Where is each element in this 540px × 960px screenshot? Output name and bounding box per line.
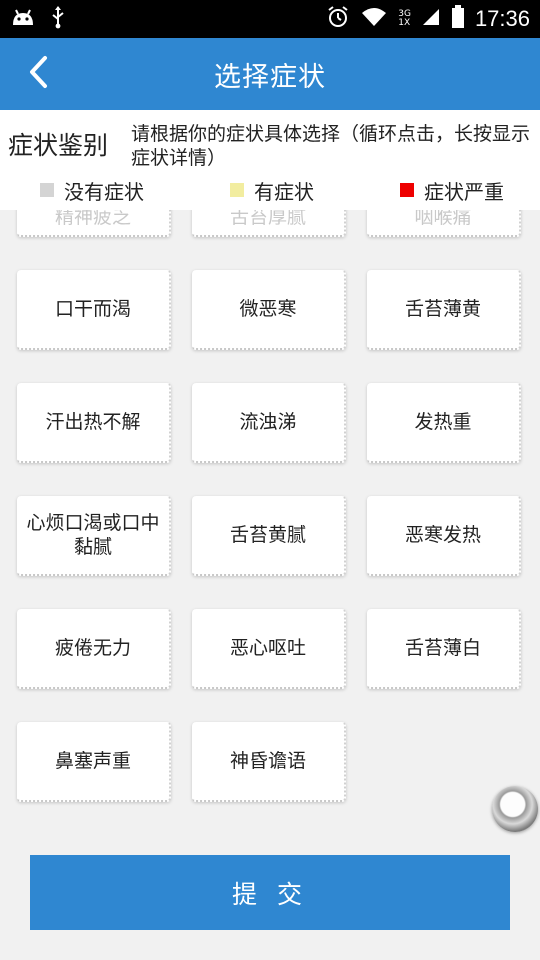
symptom-card[interactable]: 舌苔薄白	[367, 609, 521, 689]
info-title: 症状鉴别	[8, 131, 109, 160]
symptom-card[interactable]: 微恶寒	[192, 270, 346, 350]
floating-assistive-button[interactable]	[492, 786, 538, 832]
back-button[interactable]	[16, 52, 60, 96]
symptom-grid-scroll[interactable]: 精神疲乏 舌苔厚腻 咽喉痛 口干而渴 微恶寒 舌苔薄黄 汗出热不解 流浊涕 发热…	[0, 210, 540, 830]
android-icon	[10, 7, 36, 31]
legend-label: 有症状	[254, 179, 314, 204]
alarm-icon	[326, 5, 350, 33]
info-description: 请根据你的症状具体选择（循环点击，长按显示症状详情）	[131, 123, 531, 169]
symptom-card[interactable]: 舌苔黄腻	[192, 496, 346, 576]
symptom-card[interactable]: 恶心呕吐	[192, 609, 346, 689]
symptom-grid: 精神疲乏 舌苔厚腻 咽喉痛 口干而渴 微恶寒 舌苔薄黄 汗出热不解 流浊涕 发热…	[17, 210, 521, 802]
symptom-card[interactable]: 发热重	[367, 383, 521, 463]
symptom-card[interactable]: 流浊涕	[192, 383, 346, 463]
legend-label: 症状严重	[424, 179, 504, 204]
page-title: 选择症状	[214, 61, 326, 93]
signal-icon	[421, 7, 441, 31]
legend-label: 没有症状	[64, 179, 144, 204]
status-bar: 3G 1X 17:36	[0, 0, 540, 38]
symptom-card[interactable]: 恶寒发热	[367, 496, 521, 576]
symptom-card[interactable]: 神昏谵语	[192, 722, 346, 802]
symptom-card[interactable]: 鼻塞声重	[17, 722, 171, 802]
wifi-icon	[360, 6, 388, 32]
legend-swatch	[230, 183, 244, 197]
network-type: 3G 1X	[398, 9, 411, 28]
symptom-card[interactable]: 咽喉痛	[367, 210, 521, 237]
app-bar: 选择症状	[0, 38, 540, 110]
usb-icon	[50, 5, 66, 33]
legend-item-present: 有症状	[230, 176, 314, 205]
symptom-card[interactable]: 汗出热不解	[17, 383, 171, 463]
legend-swatch	[400, 183, 414, 197]
symptom-card[interactable]: 疲倦无力	[17, 609, 171, 689]
legend: 没有症状 有症状 症状严重	[0, 174, 540, 206]
symptom-card[interactable]: 舌苔厚腻	[192, 210, 346, 237]
status-time: 17:36	[474, 6, 530, 31]
submit-button[interactable]: 提 交	[30, 855, 510, 930]
symptom-card[interactable]: 心烦口渴或口中黏腻	[17, 496, 171, 576]
symptom-card[interactable]: 舌苔薄黄	[367, 270, 521, 350]
legend-item-severe: 症状严重	[400, 176, 504, 205]
back-arrow-icon	[27, 55, 49, 93]
symptom-card[interactable]: 口干而渴	[17, 270, 171, 350]
symptom-card[interactable]: 精神疲乏	[17, 210, 171, 237]
battery-icon	[451, 5, 465, 33]
legend-item-none: 没有症状	[40, 176, 144, 205]
legend-swatch	[40, 183, 54, 197]
info-panel: 症状鉴别 请根据你的症状具体选择（循环点击，长按显示症状详情） 没有症状 有症状…	[0, 110, 540, 210]
